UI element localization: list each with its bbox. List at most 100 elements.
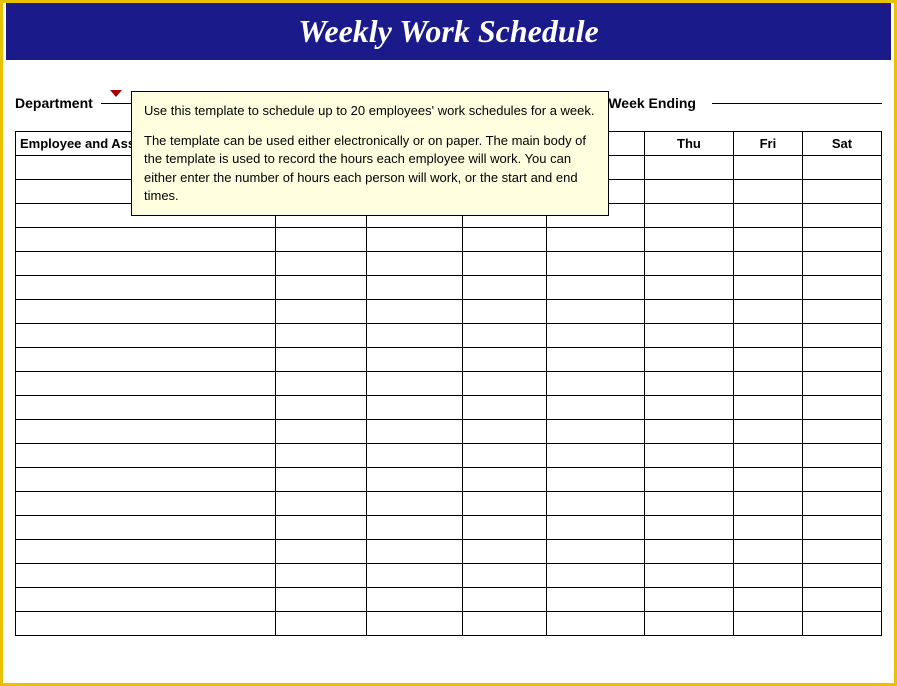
- cell-day[interactable]: [733, 516, 802, 540]
- cell-day[interactable]: [463, 468, 547, 492]
- cell-day[interactable]: [366, 444, 462, 468]
- cell-day[interactable]: [276, 420, 367, 444]
- cell-day[interactable]: [802, 324, 881, 348]
- cell-day[interactable]: [366, 276, 462, 300]
- cell-day[interactable]: [463, 372, 547, 396]
- cell-day[interactable]: [366, 492, 462, 516]
- cell-day[interactable]: [645, 300, 734, 324]
- cell-day[interactable]: [276, 492, 367, 516]
- cell-day[interactable]: [645, 420, 734, 444]
- cell-day[interactable]: [733, 468, 802, 492]
- cell-day[interactable]: [802, 396, 881, 420]
- cell-day[interactable]: [366, 468, 462, 492]
- cell-day[interactable]: [463, 396, 547, 420]
- cell-day[interactable]: [366, 228, 462, 252]
- cell-day[interactable]: [645, 492, 734, 516]
- cell-employee[interactable]: [16, 420, 276, 444]
- cell-day[interactable]: [645, 156, 734, 180]
- cell-day[interactable]: [463, 444, 547, 468]
- cell-day[interactable]: [276, 228, 367, 252]
- cell-day[interactable]: [463, 324, 547, 348]
- cell-employee[interactable]: [16, 492, 276, 516]
- cell-day[interactable]: [547, 612, 645, 636]
- cell-day[interactable]: [733, 612, 802, 636]
- cell-day[interactable]: [645, 204, 734, 228]
- cell-day[interactable]: [645, 228, 734, 252]
- cell-day[interactable]: [802, 420, 881, 444]
- cell-day[interactable]: [802, 564, 881, 588]
- cell-day[interactable]: [645, 252, 734, 276]
- cell-day[interactable]: [276, 540, 367, 564]
- cell-day[interactable]: [802, 300, 881, 324]
- cell-day[interactable]: [645, 444, 734, 468]
- cell-day[interactable]: [547, 420, 645, 444]
- cell-day[interactable]: [802, 588, 881, 612]
- cell-day[interactable]: [547, 468, 645, 492]
- cell-day[interactable]: [802, 516, 881, 540]
- cell-day[interactable]: [802, 252, 881, 276]
- cell-day[interactable]: [802, 492, 881, 516]
- cell-day[interactable]: [276, 396, 367, 420]
- cell-day[interactable]: [463, 348, 547, 372]
- cell-day[interactable]: [645, 276, 734, 300]
- cell-day[interactable]: [547, 444, 645, 468]
- cell-day[interactable]: [802, 372, 881, 396]
- cell-day[interactable]: [276, 468, 367, 492]
- cell-employee[interactable]: [16, 228, 276, 252]
- cell-day[interactable]: [463, 612, 547, 636]
- cell-day[interactable]: [733, 540, 802, 564]
- cell-day[interactable]: [733, 348, 802, 372]
- cell-day[interactable]: [463, 588, 547, 612]
- cell-day[interactable]: [645, 588, 734, 612]
- cell-day[interactable]: [547, 348, 645, 372]
- cell-employee[interactable]: [16, 324, 276, 348]
- cell-day[interactable]: [276, 372, 367, 396]
- cell-day[interactable]: [802, 468, 881, 492]
- cell-day[interactable]: [645, 468, 734, 492]
- cell-day[interactable]: [733, 396, 802, 420]
- cell-day[interactable]: [645, 516, 734, 540]
- cell-day[interactable]: [547, 228, 645, 252]
- cell-employee[interactable]: [16, 396, 276, 420]
- cell-day[interactable]: [645, 540, 734, 564]
- cell-day[interactable]: [366, 324, 462, 348]
- cell-day[interactable]: [276, 444, 367, 468]
- cell-employee[interactable]: [16, 516, 276, 540]
- cell-day[interactable]: [366, 564, 462, 588]
- cell-day[interactable]: [366, 588, 462, 612]
- comment-indicator-icon[interactable]: [110, 90, 122, 97]
- cell-day[interactable]: [547, 276, 645, 300]
- cell-employee[interactable]: [16, 252, 276, 276]
- cell-day[interactable]: [733, 180, 802, 204]
- cell-day[interactable]: [547, 492, 645, 516]
- cell-day[interactable]: [645, 324, 734, 348]
- cell-day[interactable]: [463, 564, 547, 588]
- cell-day[interactable]: [463, 276, 547, 300]
- cell-day[interactable]: [366, 612, 462, 636]
- cell-day[interactable]: [645, 372, 734, 396]
- cell-day[interactable]: [366, 252, 462, 276]
- cell-day[interactable]: [645, 348, 734, 372]
- cell-day[interactable]: [733, 156, 802, 180]
- cell-day[interactable]: [733, 228, 802, 252]
- cell-day[interactable]: [366, 540, 462, 564]
- cell-day[interactable]: [463, 300, 547, 324]
- cell-day[interactable]: [366, 300, 462, 324]
- cell-day[interactable]: [366, 516, 462, 540]
- cell-day[interactable]: [802, 276, 881, 300]
- cell-day[interactable]: [547, 252, 645, 276]
- cell-employee[interactable]: [16, 300, 276, 324]
- cell-employee[interactable]: [16, 612, 276, 636]
- cell-day[interactable]: [547, 300, 645, 324]
- cell-day[interactable]: [276, 564, 367, 588]
- cell-day[interactable]: [547, 564, 645, 588]
- cell-day[interactable]: [645, 180, 734, 204]
- cell-day[interactable]: [366, 348, 462, 372]
- cell-day[interactable]: [463, 540, 547, 564]
- cell-day[interactable]: [276, 588, 367, 612]
- cell-day[interactable]: [463, 420, 547, 444]
- cell-day[interactable]: [463, 252, 547, 276]
- cell-day[interactable]: [733, 204, 802, 228]
- cell-day[interactable]: [547, 372, 645, 396]
- cell-day[interactable]: [463, 492, 547, 516]
